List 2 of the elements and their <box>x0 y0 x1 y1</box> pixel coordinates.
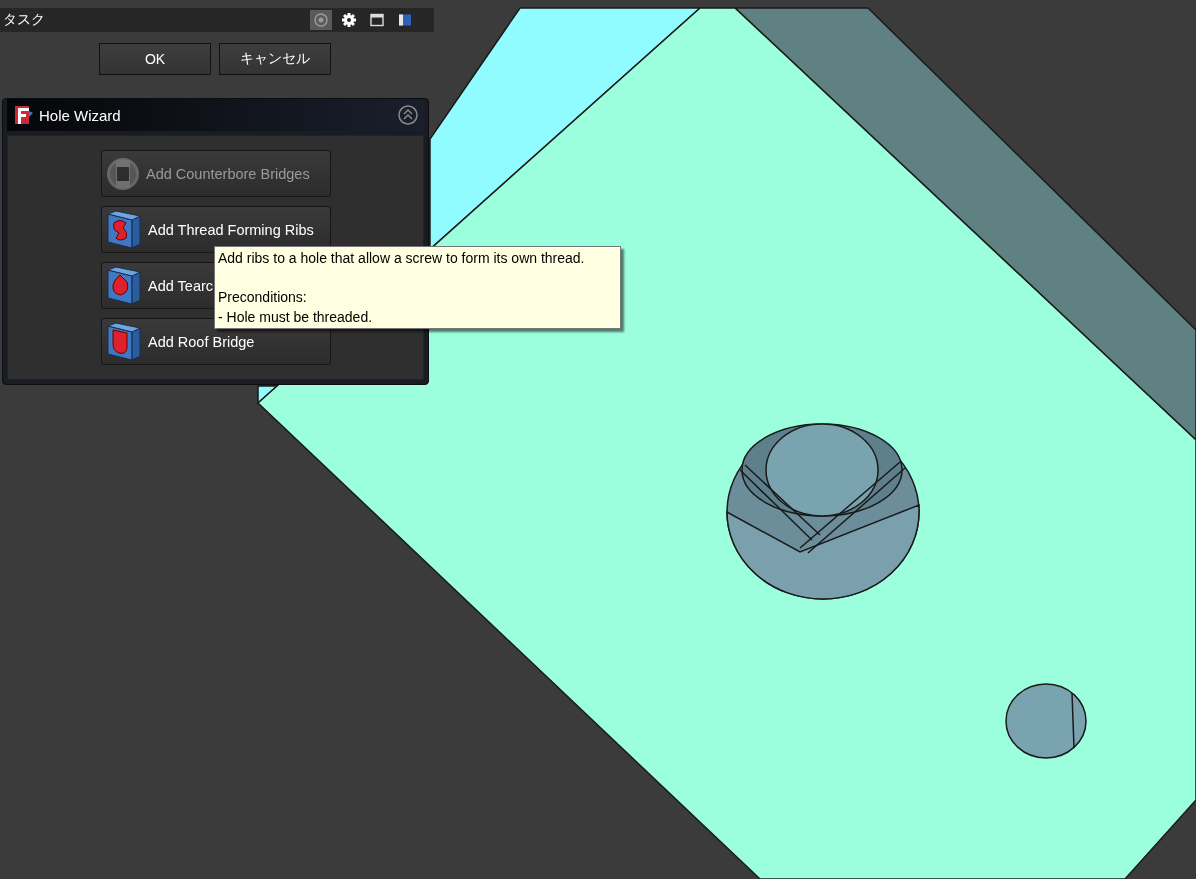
panel-title: タスク <box>3 11 46 29</box>
panel-title: Hole Wizard <box>39 106 122 124</box>
